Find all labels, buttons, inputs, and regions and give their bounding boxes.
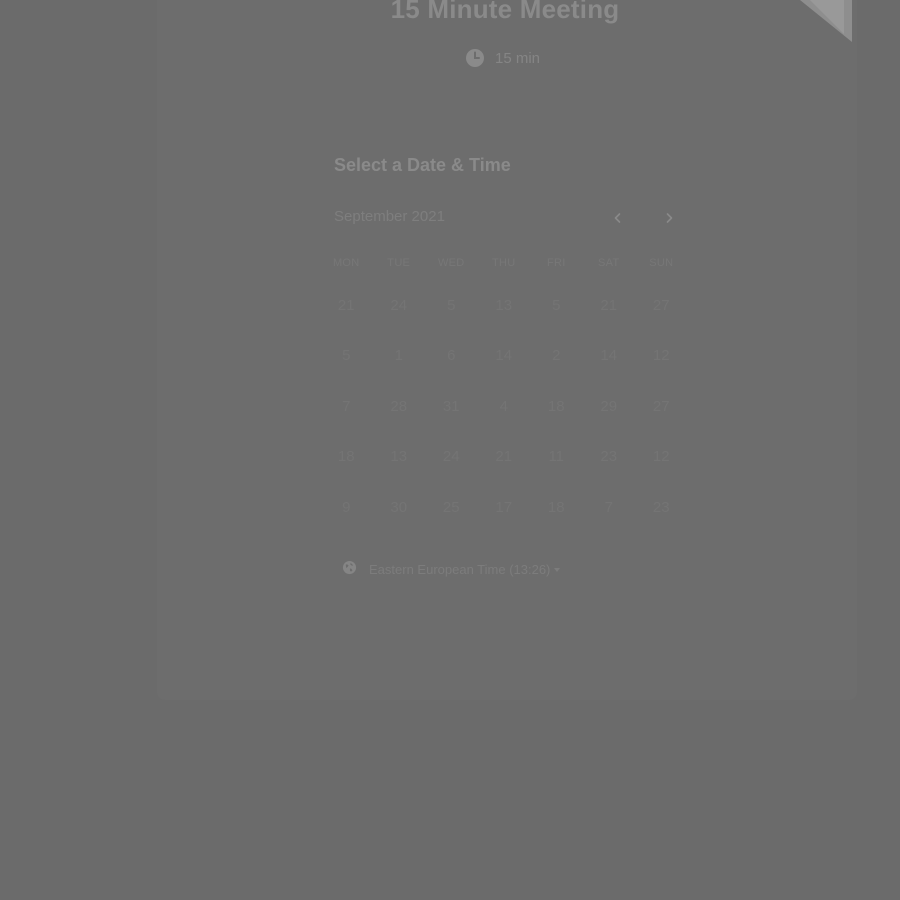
calendar-day: 11 [548,448,565,466]
calendar-day: 6 [447,347,456,365]
calendar-day: 23 [652,498,670,516]
calendar-day: 24 [442,448,460,466]
calendar-day-grid: 21 24 5 13 5 21 27 5 1 6 14 2 14 12 7 28… [320,280,688,533]
weekday-wed: WED [437,257,465,269]
weekday-tue: TUE [387,257,411,269]
meeting-duration: 15 min [465,47,540,69]
calendar-day: 9 [342,498,351,516]
calendar-day: 21 [337,296,355,314]
calendar-day: 1 [394,347,403,365]
select-date-time-heading: Select a Date & Time [334,155,511,175]
next-month-button[interactable] [657,206,681,230]
calendar-day: 14 [495,347,513,365]
calendar-day: 21 [495,448,513,466]
booking-page: 15 Minute Meeting 15 min Select a Date &… [0,0,900,900]
calendar-day: 21 [600,296,618,314]
clock-icon [465,48,485,68]
calendar-day: 5 [552,296,561,314]
timezone-label: Eastern European Time (13:26) [369,561,551,577]
calendar-day: 13 [390,448,408,466]
calendar-day: 2 [552,347,561,365]
weekday-sat: SAT [598,257,620,269]
calendar-day: 5 [447,296,456,314]
calendar-day: 4 [499,397,508,415]
previous-month-button[interactable] [606,206,630,230]
calendar-day: 18 [337,448,355,466]
calendar-day: 30 [390,498,408,516]
chevron-right-icon [663,209,675,228]
weekday-thu: THU [491,257,516,269]
weekday-sun: SUN [649,257,674,269]
calendar-day: 17 [495,498,513,516]
calendar-day: 29 [600,397,618,415]
calendar-day: 24 [390,296,408,314]
calendar-day: 18 [547,498,565,516]
month-label: September 2021 [334,208,445,225]
meeting-title: 15 Minute Meeting [390,0,620,24]
duration-label: 15 min [495,49,541,67]
calendar-day: 12 [652,347,670,365]
timezone-selector[interactable]: Eastern European Time (13:26) [342,560,561,578]
chevron-left-icon [612,209,624,228]
globe-icon [342,560,357,578]
weekday-header-row: MON TUE WED THU FRI SAT SUN [320,257,688,269]
calendar-day: 14 [600,347,618,365]
calendar-day: 5 [342,347,351,365]
calendar-day: 7 [604,498,613,516]
calendar-day: 27 [652,296,670,314]
calendar-day: 25 [442,498,460,516]
calendar-day: 27 [652,397,670,415]
calendar-day: 13 [495,296,513,314]
calendar-day: 12 [652,448,670,466]
weekday-mon: MON [332,257,360,269]
weekday-fri: FRI [546,257,566,269]
caret-down-icon [554,568,561,573]
calendar-day: 18 [547,397,565,415]
calendar-day: 7 [342,397,351,415]
calendar-day: 28 [390,397,408,415]
calendar-day: 23 [600,448,618,466]
calendar-day: 31 [442,397,460,415]
corner-ribbon-badge [800,0,852,42]
